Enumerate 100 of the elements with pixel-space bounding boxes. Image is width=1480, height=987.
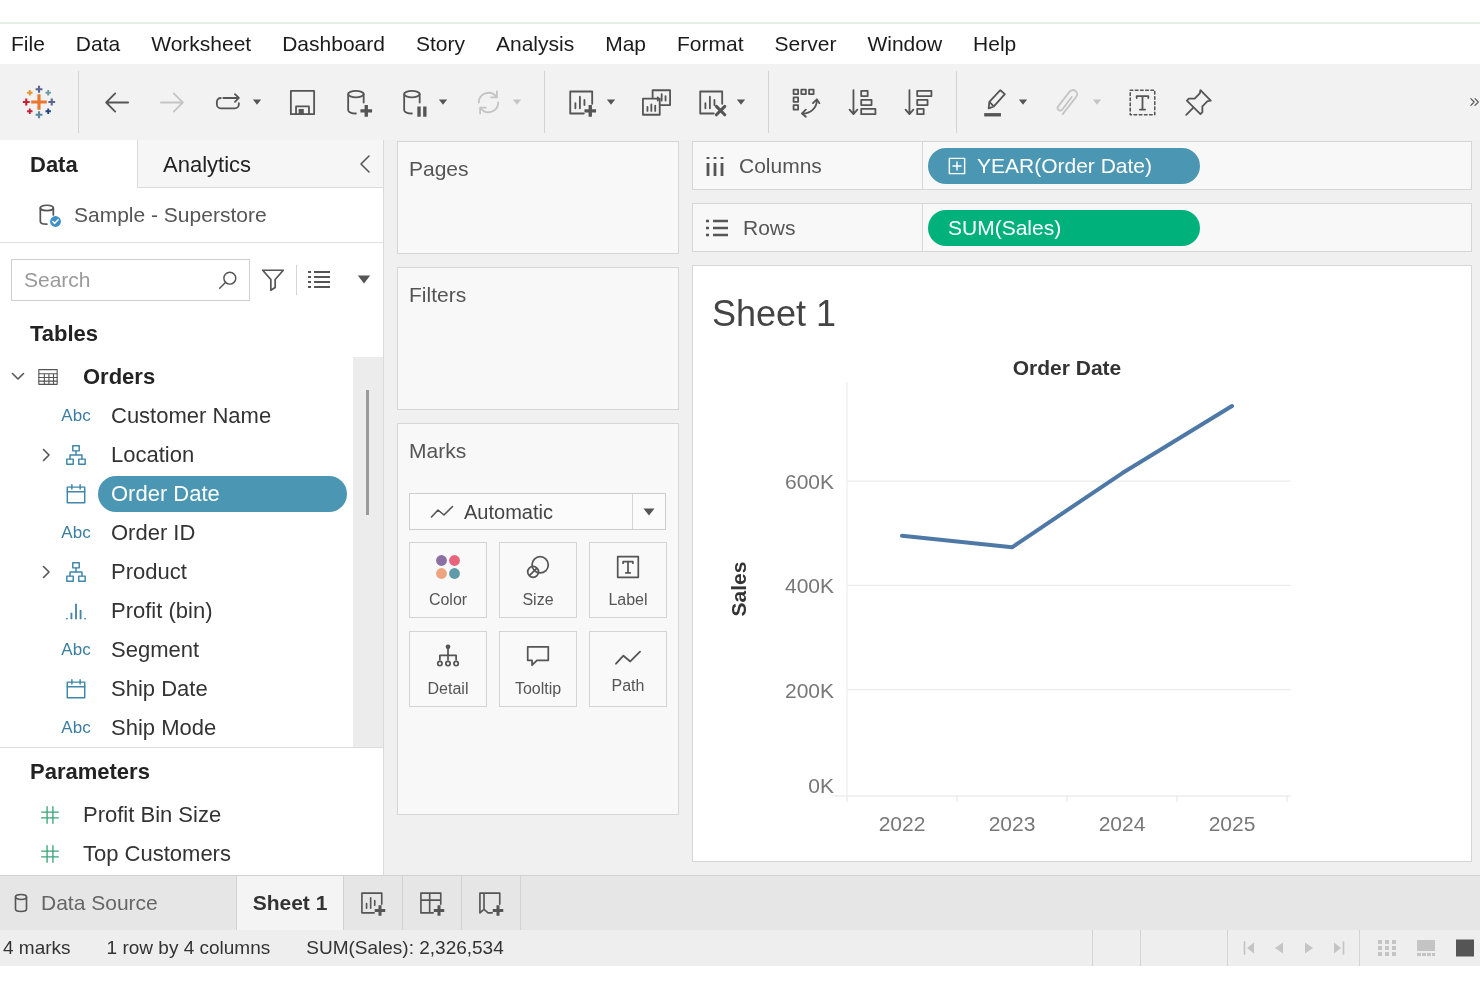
hierarchy-icon <box>65 443 87 466</box>
shelf-label: Rows <box>743 214 796 241</box>
sort-ascending-icon <box>847 86 878 118</box>
axis-tick-label: 400K <box>784 574 834 598</box>
pin-button[interactable] <box>1183 86 1214 118</box>
filled-square-icon[interactable] <box>1455 939 1475 957</box>
menu-item[interactable]: Analysis <box>495 31 575 57</box>
menu-item[interactable]: Format <box>677 31 744 57</box>
parameter-item[interactable]: Top Customers <box>83 837 231 870</box>
grid-plus-icon <box>418 889 446 917</box>
field-item[interactable]: Order ID <box>98 514 209 551</box>
panel-title: Pages <box>408 156 469 182</box>
chevron-left-icon[interactable] <box>359 154 371 174</box>
speech-bubble-icon <box>525 643 551 669</box>
caret-icon <box>606 99 616 105</box>
cross-logo-icon <box>22 85 56 119</box>
tree-dots-icon <box>435 643 461 669</box>
field-item[interactable]: Ship Date <box>98 670 221 707</box>
zigzag-line-icon <box>430 504 454 519</box>
sort-ascending-button[interactable] <box>847 86 878 118</box>
text-button[interactable] <box>1127 86 1158 118</box>
axis-tick-label: 200K <box>784 678 834 702</box>
chevron-down-icon[interactable] <box>11 372 25 381</box>
parameter-item[interactable]: Profit Bin Size <box>83 798 222 831</box>
mark-property-button[interactable]: Color <box>409 542 487 618</box>
swap-button[interactable] <box>791 86 822 118</box>
database-icon <box>14 893 28 913</box>
data-source-name[interactable]: Sample - Superstore <box>74 199 267 231</box>
chevron-right-icon[interactable] <box>41 564 51 579</box>
table-name[interactable]: Orders <box>83 360 156 393</box>
book-plus-icon <box>477 889 505 917</box>
shelf-label: Columns <box>739 152 822 179</box>
menu-item[interactable]: Story <box>415 31 465 57</box>
list-view-icon[interactable] <box>307 269 331 290</box>
pushpin-icon <box>1183 86 1214 118</box>
axis-tick-label: 2025 <box>1208 812 1256 836</box>
double-chevron-icon[interactable] <box>1470 97 1480 107</box>
menu-item[interactable]: Window <box>867 31 943 57</box>
four-circles-icon <box>435 554 461 580</box>
data-type-label: Abc <box>61 638 91 661</box>
pane-tab[interactable]: Analytics <box>138 140 277 188</box>
overlapping-circles-icon <box>525 554 551 580</box>
menu-item[interactable]: Data <box>75 31 121 57</box>
pane-tab[interactable]: Data <box>0 140 138 188</box>
mark-property-button[interactable]: Detail <box>409 631 487 707</box>
menu-item[interactable]: Server <box>774 31 837 57</box>
caret-icon <box>1092 99 1102 105</box>
menu-item[interactable]: Map <box>605 31 646 57</box>
caret-icon <box>512 99 522 105</box>
sheet-title: Sheet 1 <box>712 292 837 336</box>
field-item[interactable]: Location <box>98 436 208 473</box>
field-item[interactable]: Profit (bin) <box>98 592 226 629</box>
section-heading: Tables <box>30 320 99 348</box>
filter-icon[interactable] <box>260 266 286 293</box>
mark-property-button[interactable]: Path <box>589 631 667 707</box>
data-type-label: Abc <box>61 404 91 427</box>
data-type-label: Abc <box>61 521 91 544</box>
chevron-right-icon[interactable] <box>41 447 51 462</box>
sheet-tab[interactable]: Sheet 1 <box>237 876 344 930</box>
menu-item[interactable]: Dashboard <box>282 31 385 57</box>
caret-icon <box>252 99 262 105</box>
sort-descending-icon <box>903 86 934 118</box>
mark-property-button[interactable]: Size <box>499 542 577 618</box>
calendar-icon <box>65 482 87 505</box>
text-box-icon <box>615 554 641 580</box>
field-item[interactable]: Segment <box>98 631 213 668</box>
axis-tick-label: 2023 <box>988 812 1036 836</box>
mark-property-button[interactable]: Label <box>589 542 667 618</box>
menu-item[interactable]: Help <box>973 31 1017 57</box>
field-item[interactable]: Customer Name <box>98 397 285 434</box>
status-text: SUM(Sales): 2,326,534 <box>306 935 504 960</box>
axis-title: Order Date <box>1012 356 1122 380</box>
hash-icon <box>40 804 60 825</box>
scrollbar-track[interactable] <box>353 357 383 747</box>
duplicate-button[interactable] <box>641 86 672 118</box>
mark-property-button[interactable]: Tooltip <box>499 631 577 707</box>
columns-icon <box>705 154 725 177</box>
status-text: 1 row by 4 columns <box>106 935 271 960</box>
calendar-icon <box>65 677 87 700</box>
database-check-icon <box>36 202 62 228</box>
rows-icon <box>705 217 729 238</box>
search-field[interactable]: Search <box>11 258 250 301</box>
axis-tick-label: 2022 <box>878 812 926 836</box>
menu-item[interactable]: Worksheet <box>151 31 252 57</box>
grid-swap-icon <box>791 86 822 118</box>
menu-item[interactable]: File <box>11 31 45 57</box>
caret-icon[interactable] <box>357 275 371 284</box>
axis-tick-label: 2024 <box>1098 812 1146 836</box>
field-item[interactable]: Product <box>98 553 200 590</box>
panel-title: Filters <box>408 282 467 308</box>
dashed-text-box-icon <box>1127 86 1158 118</box>
scrollbar-thumb[interactable] <box>366 390 369 515</box>
caret-icon <box>736 99 746 105</box>
hierarchy-icon <box>65 560 87 583</box>
data-type-label: Abc <box>61 716 91 739</box>
field-item[interactable]: Ship Mode <box>98 709 230 746</box>
sort-descending-button[interactable] <box>903 86 934 118</box>
caret-icon <box>1018 99 1028 105</box>
mark-type-dropdown[interactable]: Automatic <box>409 493 666 530</box>
axis-tick-label: 0K <box>808 774 834 798</box>
